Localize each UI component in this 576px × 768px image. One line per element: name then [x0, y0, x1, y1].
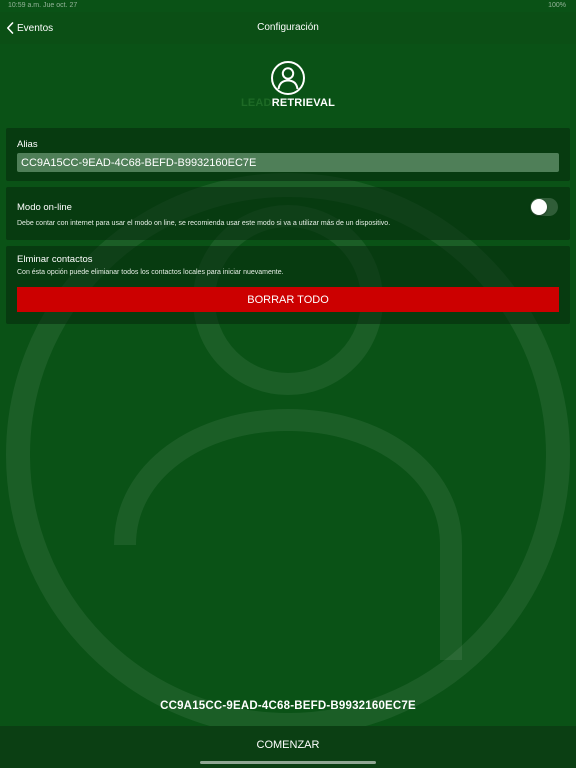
delete-contacts-label: Elminar contactos — [17, 254, 93, 265]
device-id-label: CC9A15CC-9EAD-4C68-BEFD-B9932160EC7E — [160, 700, 416, 712]
home-indicator — [200, 761, 376, 764]
status-bar: 10:59 a.m. Jue oct. 27 100% — [0, 0, 576, 12]
alias-input[interactable] — [17, 153, 559, 172]
delete-all-button[interactable]: BORRAR TODO — [17, 287, 559, 312]
delete-contacts-card: Elminar contactos Con ésta opción puede … — [6, 246, 570, 324]
person-circle-icon — [271, 61, 305, 95]
logo-wordmark: LEADRETRIEVAL — [238, 97, 338, 109]
online-mode-toggle[interactable] — [530, 198, 558, 216]
online-mode-description: Debe contar con internet para usar el mo… — [17, 220, 391, 227]
online-mode-card: Modo on-line Debe contar con internet pa… — [6, 187, 570, 240]
delete-contacts-description: Con ésta opción puede elimianar todos lo… — [17, 269, 284, 276]
settings-screen: 10:59 a.m. Jue oct. 27 100% Eventos Conf… — [0, 0, 576, 768]
page-title: Configuración — [257, 22, 319, 33]
alias-card: Alias — [6, 128, 570, 181]
status-time: 10:59 a.m. Jue oct. 27 — [8, 2, 78, 9]
alias-label: Alias — [17, 139, 38, 150]
status-battery: 100% — [548, 2, 566, 9]
logo-retrieval-text: RETRIEVAL — [271, 97, 336, 109]
online-mode-label: Modo on-line — [17, 202, 72, 213]
logo-lead-text: LEAD — [240, 97, 272, 109]
navigation-bar: Eventos Configuración — [0, 12, 576, 44]
person-watermark-icon — [6, 173, 570, 737]
lead-retrieval-logo: LEADRETRIEVAL — [238, 60, 338, 112]
toggle-knob — [531, 199, 547, 215]
